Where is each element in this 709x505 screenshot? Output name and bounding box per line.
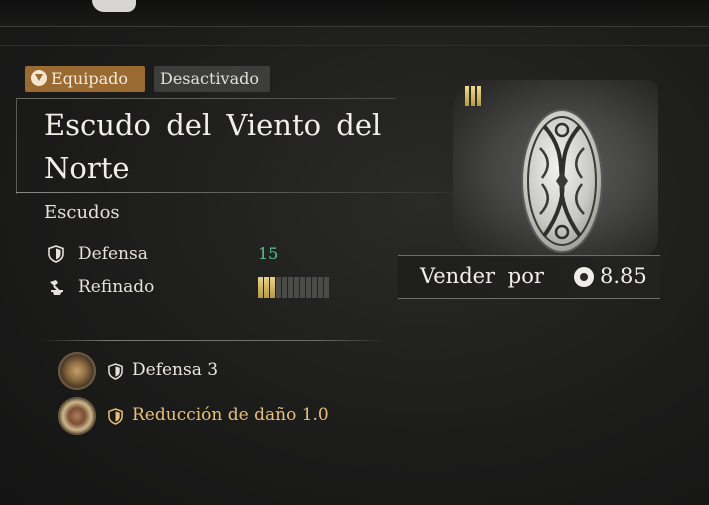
title-frame-left <box>16 98 17 194</box>
shield-icon <box>108 363 123 380</box>
equipped-tag-label: Equipado <box>51 69 128 88</box>
refine-segment <box>270 277 275 298</box>
hammer-icon <box>50 280 63 295</box>
gold-gem-icon <box>58 397 96 435</box>
tier-bar <box>477 86 481 106</box>
disabled-tag-label: Desactivado <box>160 69 260 88</box>
sell-value: 8.85 <box>600 264 647 288</box>
equipped-icon <box>31 70 47 86</box>
effect-text: Reducción de daño 1.0 <box>132 405 329 425</box>
refine-segment <box>282 277 287 298</box>
title-frame-top <box>16 98 396 99</box>
item-category: Escudos <box>44 202 120 223</box>
title-frame-bottom <box>16 192 486 193</box>
refine-segment <box>264 277 269 298</box>
effect-text: Defensa 3 <box>132 360 219 380</box>
shield-icon <box>48 245 64 263</box>
tier-bar <box>471 86 475 106</box>
shield-item-icon <box>521 109 603 253</box>
top-divider <box>0 26 709 27</box>
refine-level-bar <box>258 277 329 298</box>
refine-segment <box>306 277 311 298</box>
stat-defense-row: Defensa 15 <box>48 243 348 265</box>
refine-segment <box>324 277 329 298</box>
equipped-tag: Equipado <box>25 66 145 92</box>
header-divider <box>0 45 709 46</box>
refine-segment <box>288 277 293 298</box>
refine-segment <box>276 277 281 298</box>
stat-defense-label: Defensa <box>78 244 148 264</box>
refine-segment <box>294 277 299 298</box>
effects-divider <box>40 340 388 341</box>
shield-icon <box>108 408 123 425</box>
item-title: Escudo del Viento del Norte <box>44 108 382 185</box>
refine-segment <box>312 277 317 298</box>
coin-icon <box>574 267 594 287</box>
stat-defense-value: 15 <box>258 244 279 263</box>
bronze-gem-icon <box>58 352 96 390</box>
stat-refine-row: Refinado <box>48 276 368 298</box>
sell-label: Vender por <box>420 264 544 288</box>
refine-segment <box>258 277 263 298</box>
stat-refine-label: Refinado <box>78 277 155 297</box>
disabled-tag: Desactivado <box>154 66 270 92</box>
refine-segment <box>318 277 323 298</box>
sell-price-box: Vender por 8.85 <box>398 255 660 299</box>
tier-bar <box>465 86 469 106</box>
refine-segment <box>300 277 305 298</box>
top-decoration <box>92 0 136 12</box>
tier-marker-icon <box>465 86 481 106</box>
